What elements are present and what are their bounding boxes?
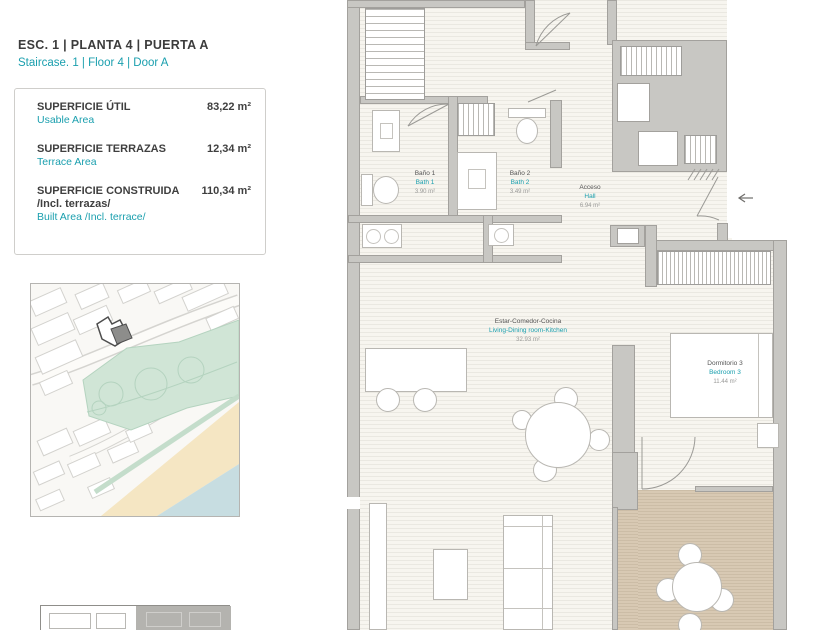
bath2-area: 3.49 m² <box>509 188 531 195</box>
bedroom3-name-es: Dormitorio 3 <box>707 360 743 368</box>
room-label-bath2: Baño 2 Bath 2 3.49 m² <box>510 170 531 196</box>
terrace-value: 12,34 m² <box>206 143 251 155</box>
bath1-area: 3.90 m² <box>414 188 436 195</box>
usable-label-en: Usable Area <box>37 114 95 126</box>
terrace-label-en: Terrace Area <box>37 156 97 168</box>
unit-title-english: Staircase. 1 | Floor 4 | Door A <box>18 57 169 69</box>
living-name-en: Living-Dining room-Kitchen <box>488 326 568 334</box>
summary-row-usable: SUPERFICIE ÚTIL 83,22 m² Usable Area <box>37 101 251 126</box>
living-name-es: Estar-Comedor-Cocina <box>494 318 562 326</box>
bath1-name-en: Bath 1 <box>415 178 435 186</box>
door-swing-overlay <box>407 12 753 490</box>
key-plan-room <box>146 612 182 627</box>
area-summary-box: SUPERFICIE ÚTIL 83,22 m² Usable Area SUPE… <box>14 88 266 255</box>
usable-value: 83,22 m² <box>206 101 251 113</box>
hall-area: 6.94 m² <box>579 202 601 209</box>
room-label-living: Estar-Comedor-Cocina Living-Dining room-… <box>489 318 567 344</box>
built-value: 110,34 m² <box>201 185 251 197</box>
room-label-hall: Acceso Hall 6.94 m² <box>579 184 600 210</box>
built-label-en: Built Area /Incl. terrace/ <box>37 211 146 223</box>
bedroom3-area: 11.44 m² <box>713 378 737 385</box>
unit-title-spanish: ESC. 1 | PLANTA 4 | PUERTA A <box>18 38 209 52</box>
room-label-bedroom3: Dormitorio 3 Bedroom 3 11.44 m² <box>707 360 742 386</box>
building-key-plan <box>40 605 231 630</box>
summary-row-terrace: SUPERFICIE TERRAZAS 12,34 m² Terrace Area <box>37 143 251 168</box>
hall-name-es: Acceso <box>579 184 601 192</box>
summary-row-built: SUPERFICIE CONSTRUIDA 110,34 m² /Incl. te… <box>37 185 251 223</box>
entry-arrow <box>737 193 753 203</box>
apartment-floorplan: Baño 1 Bath 1 3.90 m² Baño 2 Bath 2 3.49… <box>340 0 790 630</box>
key-plan-room <box>96 613 126 629</box>
room-label-bath1: Baño 1 Bath 1 3.90 m² <box>415 170 436 196</box>
key-plan-room <box>189 612 221 627</box>
location-map-graphic <box>31 284 239 516</box>
built-label-es: SUPERFICIE CONSTRUIDA <box>37 185 180 197</box>
living-area: 32.93 m² <box>516 336 540 343</box>
floorplan-sheet: ESC. 1 | PLANTA 4 | PUERTA A Staircase. … <box>0 0 840 630</box>
bath2-name-en: Bath 2 <box>510 178 530 186</box>
key-plan-room <box>49 613 91 629</box>
location-map <box>30 283 240 517</box>
built-label-note: /Incl. terrazas/ <box>37 198 111 210</box>
bath1-name-es: Baño 1 <box>414 170 436 178</box>
bath2-name-es: Baño 2 <box>509 170 531 178</box>
bedroom3-name-en: Bedroom 3 <box>709 368 741 376</box>
terrace-label-es: SUPERFICIE TERRAZAS <box>37 143 166 155</box>
hall-name-en: Hall <box>584 192 596 200</box>
usable-label-es: SUPERFICIE ÚTIL <box>37 101 131 113</box>
